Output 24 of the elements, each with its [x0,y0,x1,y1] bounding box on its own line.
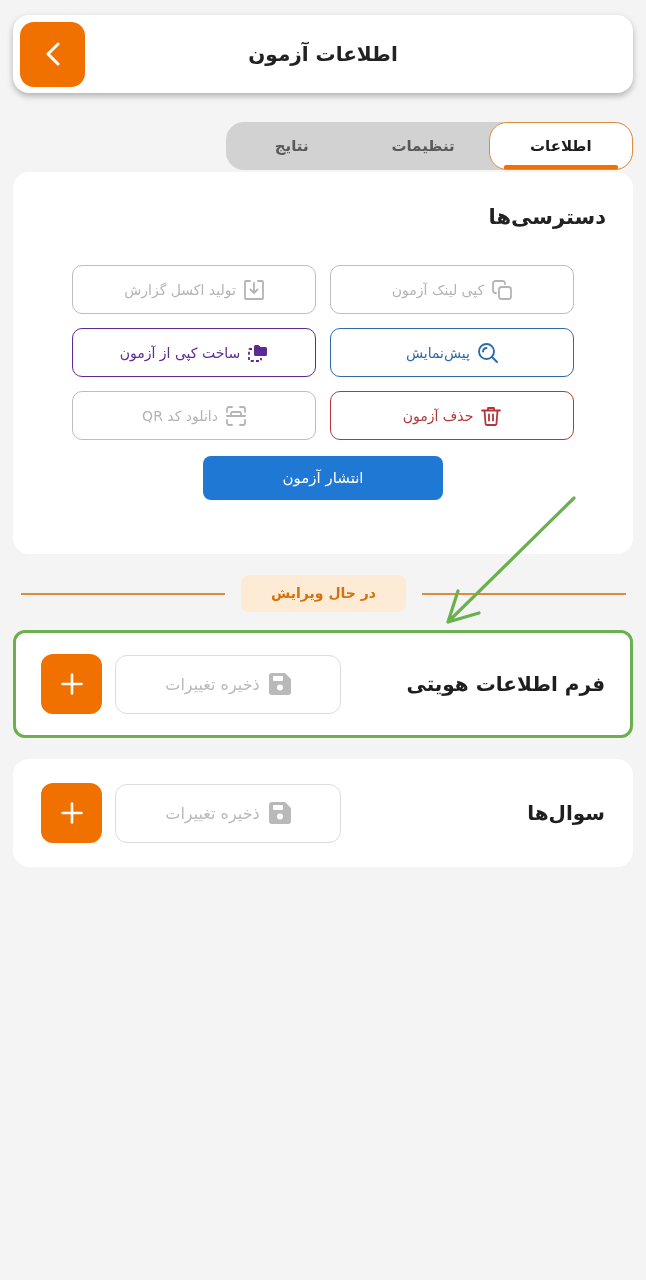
copy-icon [492,279,513,300]
action-button[interactable]: حذف آزمون [330,391,574,440]
trash-icon [481,405,502,426]
publish-button[interactable]: انتشار آزمون [203,456,443,500]
tab[interactable]: تنظیمات [357,122,489,170]
plus-icon [60,673,83,695]
plus-icon [60,802,83,824]
action-button[interactable]: ساخت کپی از آزمون [72,328,316,377]
action-button[interactable]: پیش‌نمایش [330,328,574,377]
back-button[interactable] [20,21,85,87]
tab[interactable]: نتایج [226,122,358,170]
add-button[interactable] [41,654,102,714]
add-button[interactable] [41,783,102,843]
scan-icon [225,405,246,426]
status-badge: در حال ویرایش [241,575,406,612]
download-icon [243,279,264,300]
folder-icon [248,342,269,363]
section-title: دسترسی‌ها [487,204,606,231]
section-title: سوال‌ها [526,801,605,825]
page-title: اطلاعات آزمون [248,42,398,66]
back-icon [45,42,60,66]
tab[interactable]: اطلاعات [488,122,633,170]
section-title: فرم اطلاعات هویتی [405,672,605,696]
search-icon [478,342,498,363]
